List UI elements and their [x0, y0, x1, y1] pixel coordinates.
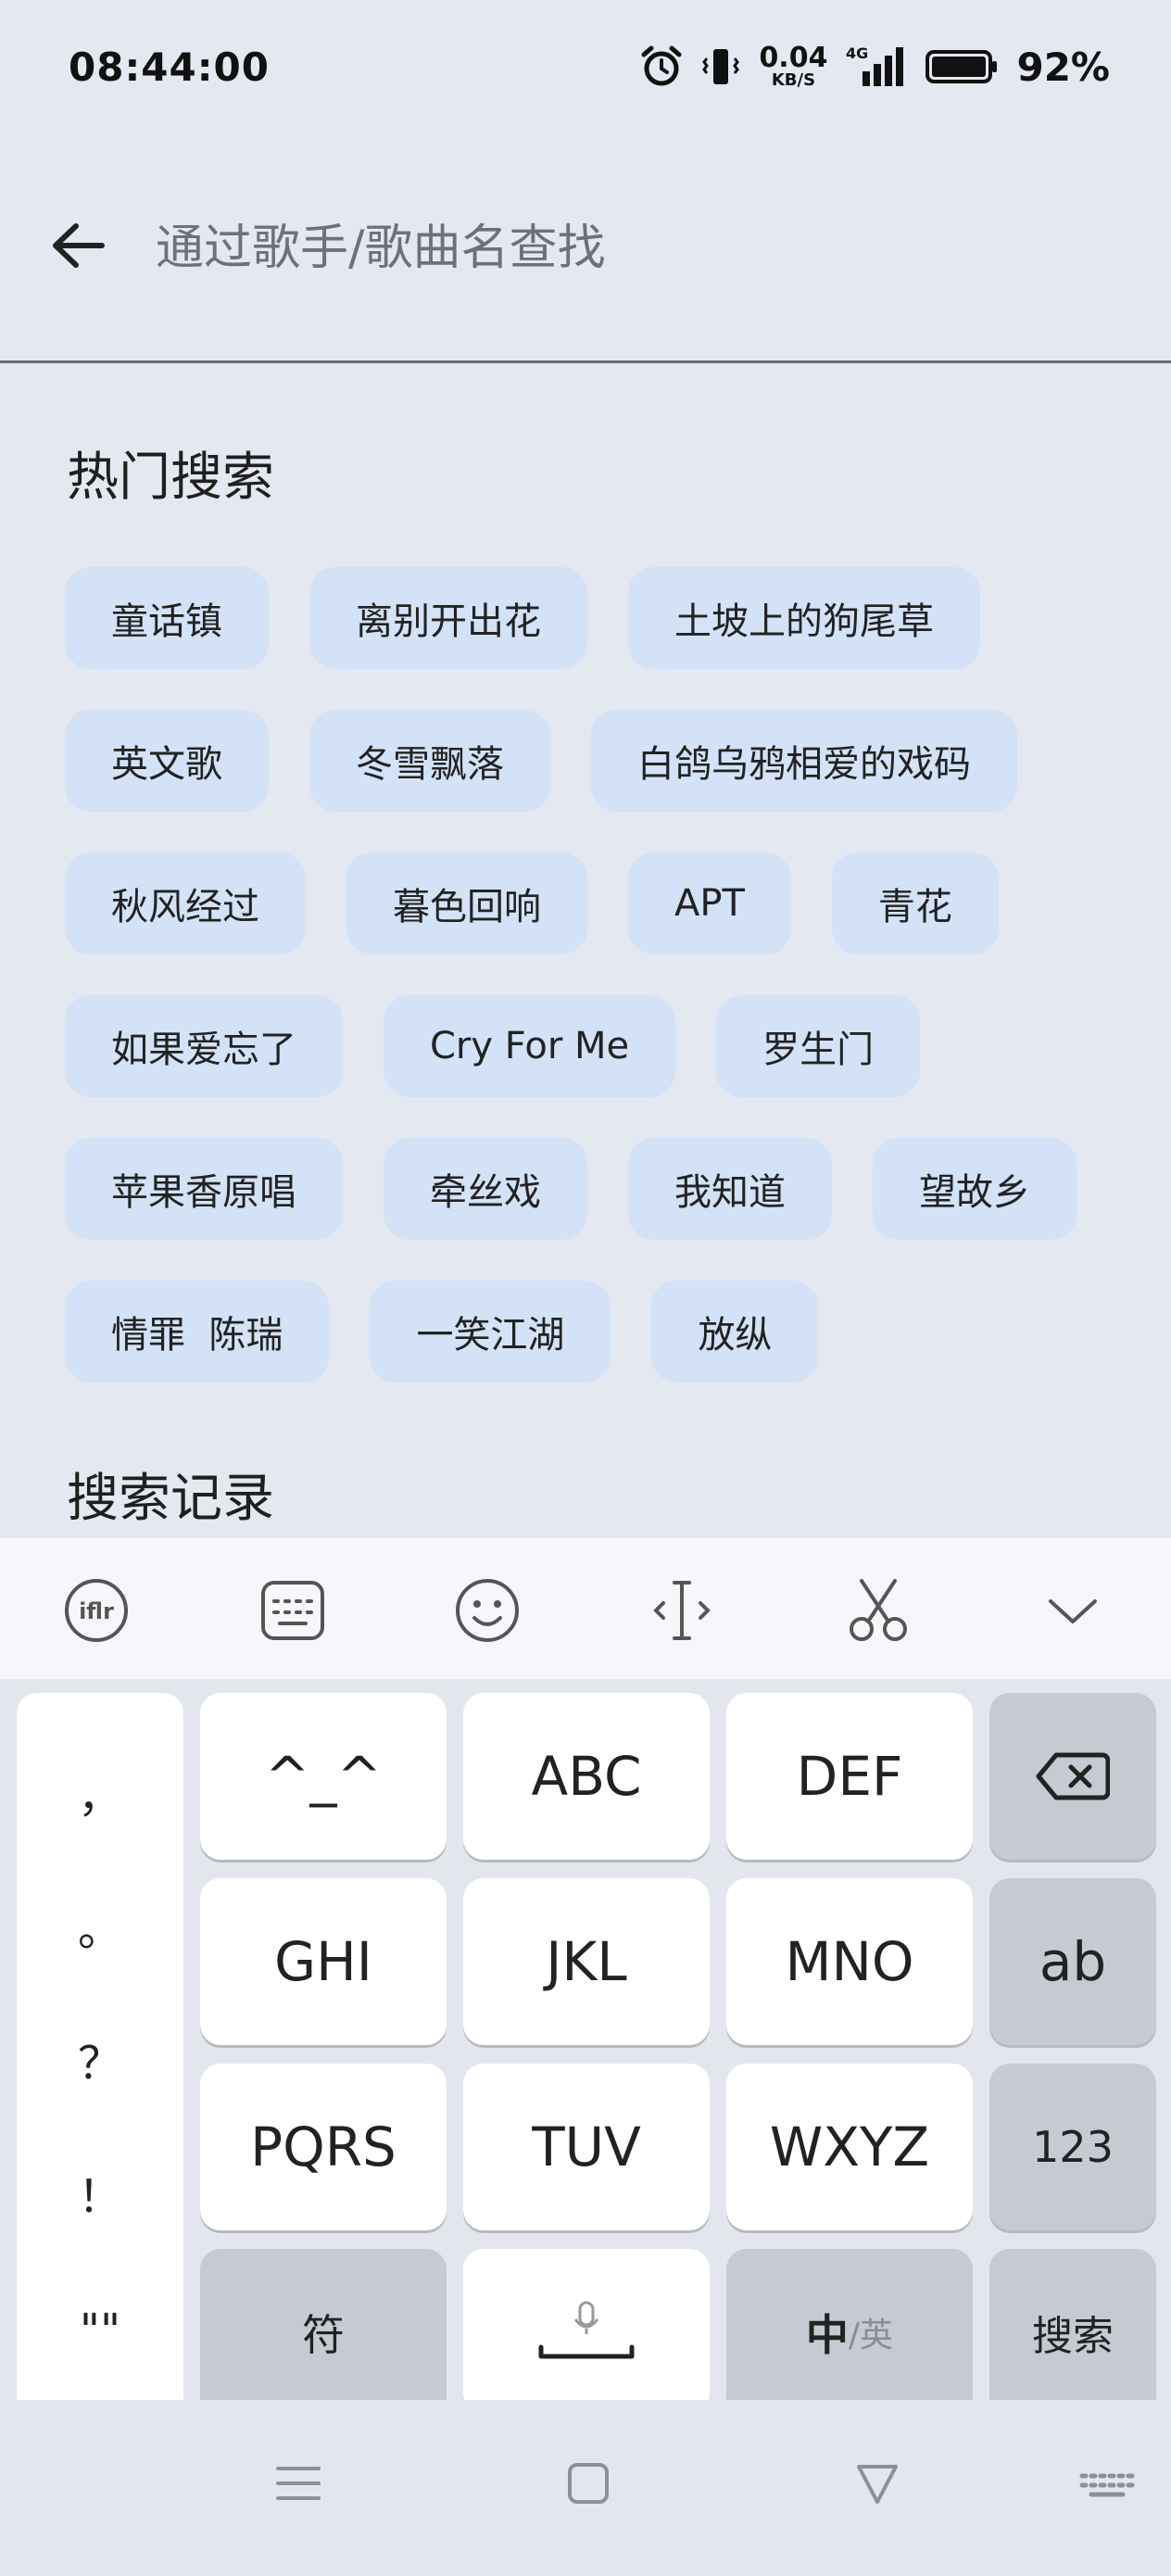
- status-bar: 08:44:00 0.04 KB/S 4G 92%: [0, 0, 1171, 139]
- search-key-button[interactable]: 搜索: [989, 2249, 1156, 2416]
- punctuation-key[interactable]: "": [80, 2293, 120, 2368]
- punctuation-key[interactable]: ？: [78, 2027, 122, 2101]
- lang-zh-label: 中: [805, 2310, 849, 2360]
- keyboard-toolbar: iflr: [0, 1538, 1171, 1679]
- punctuation-column[interactable]: ， 。 ？ ！ "": [17, 1693, 183, 2434]
- cursor-icon[interactable]: [647, 1575, 717, 1646]
- battery-percent: 92%: [1016, 44, 1110, 90]
- hot-search-chip[interactable]: 土坡上的狗尾草: [628, 567, 980, 669]
- hot-search-chip[interactable]: 青花: [831, 852, 999, 954]
- collapse-keyboard-icon[interactable]: [1038, 1575, 1108, 1646]
- search-input[interactable]: [156, 211, 1119, 285]
- key-7-pqrs[interactable]: PQRS: [200, 2064, 447, 2230]
- back-arrow-icon[interactable]: [46, 213, 111, 278]
- key-9-wxyz[interactable]: WXYZ: [726, 2064, 973, 2230]
- hot-search-chip[interactable]: 白鸽乌鸦相爱的戏码: [591, 710, 1017, 812]
- hot-search-chip[interactable]: 秋风经过: [65, 852, 306, 954]
- language-switch-button[interactable]: 中/英: [726, 2249, 973, 2416]
- hot-search-chip[interactable]: 离别开出花: [309, 567, 587, 669]
- hot-search-title: 热门搜索: [67, 448, 274, 508]
- scissors-icon[interactable]: [843, 1575, 913, 1646]
- ime-logo-icon[interactable]: iflr: [61, 1575, 132, 1646]
- hot-search-chip[interactable]: 我知道: [628, 1138, 832, 1240]
- search-header: [0, 167, 1171, 363]
- backspace-button[interactable]: [989, 1693, 1156, 1860]
- hot-search-chip[interactable]: 如果爱忘了: [65, 995, 343, 1097]
- hot-search-chip[interactable]: 望故乡: [873, 1138, 1077, 1240]
- net-speed: 0.04 KB/S: [759, 42, 828, 90]
- ab-switch-button[interactable]: ab: [989, 1878, 1156, 2045]
- home-icon[interactable]: [551, 2446, 625, 2520]
- symbol-button[interactable]: 符: [200, 2249, 447, 2416]
- number-switch-button[interactable]: 123: [989, 2064, 1156, 2230]
- hot-search-chip[interactable]: 放纵: [651, 1281, 819, 1383]
- svg-text:iflr: iflr: [79, 1598, 114, 1624]
- hot-search-chip[interactable]: 一笑江湖: [370, 1281, 611, 1383]
- key-8-tuv[interactable]: TUV: [463, 2064, 710, 2230]
- punctuation-key[interactable]: 。: [78, 1893, 122, 1967]
- emoji-icon[interactable]: [452, 1575, 523, 1646]
- signal-icon: 4G: [846, 44, 904, 86]
- vibrate-icon: [702, 49, 740, 84]
- backspace-icon: [1036, 1752, 1110, 1800]
- punctuation-key[interactable]: ，: [78, 1760, 122, 1834]
- search-history-title: 搜索记录: [67, 1469, 274, 1529]
- hot-search-chip[interactable]: 英文歌: [65, 710, 269, 812]
- hot-search-chip[interactable]: 暮色回响: [346, 852, 587, 954]
- key-4-ghi[interactable]: GHI: [200, 1878, 447, 2045]
- status-time: 08:44:00: [69, 44, 270, 90]
- key-2-abc[interactable]: ABC: [463, 1693, 710, 1860]
- hot-search-chip[interactable]: APT: [628, 852, 791, 954]
- hot-search-chip[interactable]: 情罪 陈瑞: [65, 1281, 330, 1383]
- punctuation-key[interactable]: ！: [78, 2160, 122, 2234]
- menu-icon[interactable]: [261, 2446, 335, 2520]
- key-5-jkl[interactable]: JKL: [463, 1878, 710, 2045]
- navigation-bar: [0, 2400, 1171, 2576]
- keyboard-layout-icon[interactable]: [258, 1575, 328, 1646]
- lang-en-label: /英: [848, 2317, 894, 2355]
- key-3-def[interactable]: DEF: [726, 1693, 973, 1860]
- hot-search-chip[interactable]: 苹果香原唱: [65, 1138, 343, 1240]
- key-1-emoticon[interactable]: ^_^: [200, 1693, 447, 1860]
- hot-search-chip[interactable]: Cry For Me: [384, 995, 676, 1097]
- keyboard-hide-icon[interactable]: [1075, 2446, 1140, 2520]
- alarm-icon: [641, 45, 682, 86]
- hot-search-chip[interactable]: 冬雪飘落: [309, 710, 550, 812]
- microphone-space-icon: [538, 2301, 635, 2359]
- hot-search-chips: 童话镇 离别开出花 土坡上的狗尾草英文歌 冬雪飘落 白鸽乌鸦相爱的戏码秋风经过 暮色回响 A…: [65, 567, 1121, 1383]
- space-button[interactable]: [463, 2249, 710, 2416]
- hot-search-chip[interactable]: 牵丝戏: [384, 1138, 587, 1240]
- svg-text:4G: 4G: [846, 44, 868, 62]
- back-triangle-icon[interactable]: [840, 2446, 914, 2520]
- key-6-mno[interactable]: MNO: [726, 1878, 973, 2045]
- hot-search-chip[interactable]: 罗生门: [716, 995, 921, 1097]
- status-icons: 0.04 KB/S 4G 92%: [640, 39, 1110, 95]
- hot-search-chip[interactable]: 童话镇: [65, 567, 269, 669]
- battery-icon: [925, 50, 998, 83]
